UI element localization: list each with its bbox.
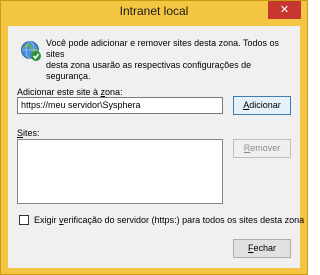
window-title: Intranet local: [119, 4, 189, 18]
remove-button[interactable]: Remover: [233, 139, 291, 158]
dialog-window: Intranet local ✕ Você pode adicionar e r…: [0, 0, 308, 275]
add-site-input[interactable]: https://meu servidor\Sysphera: [17, 97, 223, 114]
window-close-button[interactable]: ✕: [268, 1, 301, 19]
sites-label: Sites:: [17, 128, 40, 138]
require-https-checkbox[interactable]: [19, 215, 29, 225]
title-bar[interactable]: Intranet local ✕: [1, 1, 307, 23]
globe-check-icon: [20, 40, 42, 62]
intro-text: Você pode adicionar e remover sites dest…: [46, 38, 279, 81]
close-button[interactable]: Fechar: [233, 239, 291, 258]
require-https-label[interactable]: Exigir verificação do servidor (https:) …: [34, 215, 304, 225]
add-button[interactable]: Adicionar: [233, 96, 291, 115]
sites-list[interactable]: [17, 139, 223, 204]
dialog-body: Você pode adicionar e remover sites dest…: [8, 26, 304, 268]
add-site-label: Adicionar este site à zona:: [17, 87, 123, 97]
